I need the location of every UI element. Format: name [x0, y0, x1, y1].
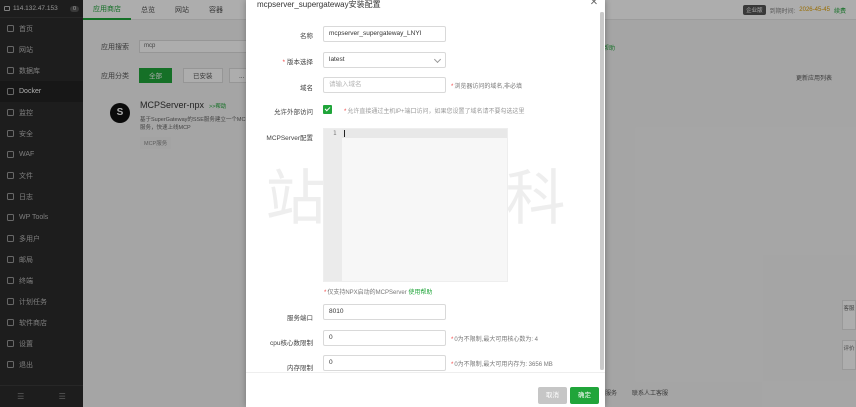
config-editor[interactable]: 1	[323, 128, 508, 282]
active-line	[342, 129, 507, 138]
memory-hint: *0为不限制,最大可用内存为: 3656 MB	[451, 362, 553, 368]
cancel-button[interactable]: 取消	[538, 387, 567, 404]
memory-label: 内存限制	[287, 365, 313, 372]
name-label: 名称	[300, 33, 313, 40]
text-cursor	[344, 130, 345, 137]
dialog-scrollbar[interactable]	[600, 12, 604, 370]
install-config-dialog: mcpserver_supergateway安装配置 ✕ 站长百科 名称 mcp…	[246, 0, 605, 407]
version-label: * 版本选择	[282, 59, 313, 66]
port-input[interactable]: 8010	[323, 304, 446, 320]
config-label: MCPServer配置	[266, 135, 313, 142]
confirm-button[interactable]: 确定	[570, 387, 599, 404]
memory-input[interactable]: 0	[323, 355, 446, 371]
cpu-input[interactable]: 0	[323, 330, 446, 346]
name-input[interactable]: mcpserver_supergateway_LNYI	[323, 26, 446, 42]
version-select[interactable]: latest	[323, 52, 446, 68]
chevron-down-icon	[433, 55, 442, 64]
external-access-label: 允许外部访问	[274, 109, 313, 116]
domain-input[interactable]: 请输入域名	[323, 77, 446, 93]
required-mark: *	[282, 59, 285, 66]
cpu-hint: *0为不限制,最大可用核心数为: 4	[451, 337, 539, 343]
line-number: 1	[333, 130, 337, 137]
editor-gutter	[324, 129, 342, 281]
external-access-hint: *允许直接通过主机IP+端口访问，如果您设置了域名请不要勾选这里	[344, 109, 525, 115]
port-label: 服务端口	[287, 315, 313, 322]
scrollbar-thumb[interactable]	[600, 12, 604, 370]
cpu-label: cpu核心数限制	[270, 340, 313, 347]
external-access-checkbox[interactable]	[323, 105, 332, 114]
dialog-title: mcpserver_supergateway安装配置	[257, 0, 381, 9]
config-hint: *仅支持NPX启动的MCPServer 使用帮助	[324, 290, 433, 296]
close-icon[interactable]: ✕	[589, 0, 599, 8]
version-value: latest	[329, 56, 345, 63]
usage-help-link[interactable]: 使用帮助	[408, 290, 432, 296]
dialog-footer: 取消 确定	[246, 372, 605, 407]
domain-label: 域名	[300, 85, 313, 92]
domain-hint: *浏览器访问的域名,非必填	[451, 84, 523, 90]
